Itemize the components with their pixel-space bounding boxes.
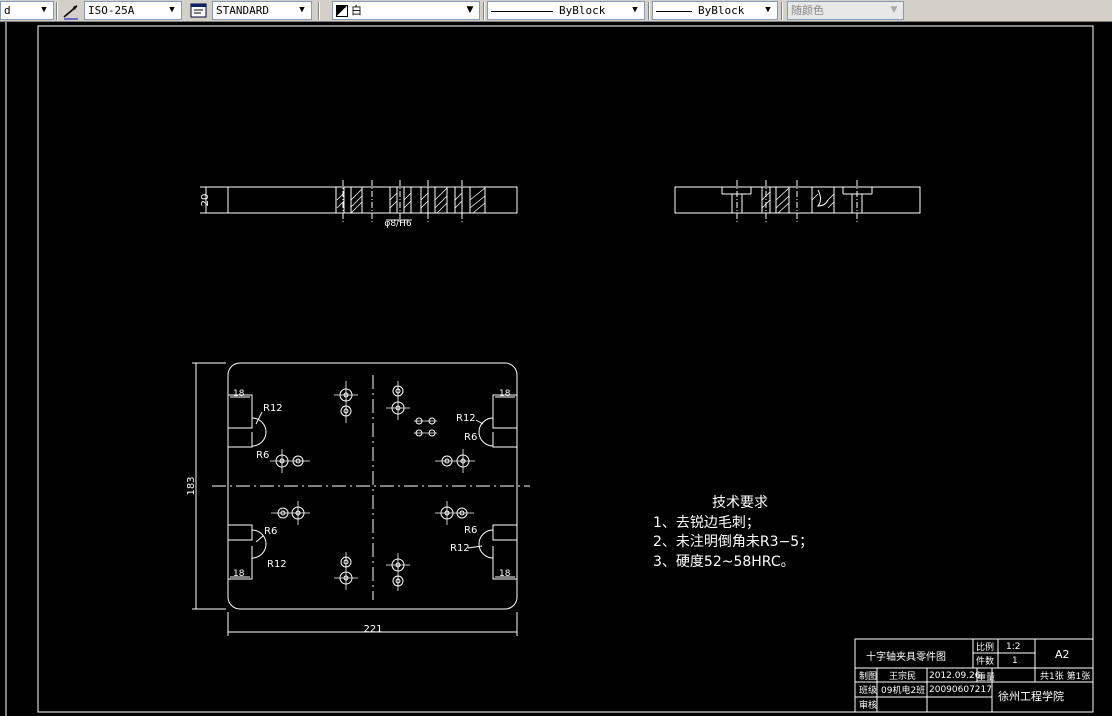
layer-value: d xyxy=(4,4,11,17)
dim-r6-top-right: R6 xyxy=(464,432,477,443)
checked-by-label: 审核 xyxy=(859,699,877,711)
dim-18-bottom-right: 18 xyxy=(499,569,511,579)
color-value: 白 xyxy=(351,4,362,17)
quantity-value: 1 xyxy=(1012,656,1018,666)
chevron-down-icon: ▼ xyxy=(41,5,47,15)
scale-value: 1:2 xyxy=(1006,642,1020,652)
drawn-by-name: 王宗民 xyxy=(889,670,916,682)
chevron-down-icon: ▼ xyxy=(890,5,898,15)
requirement-item: 1、去锐边毛刺； xyxy=(653,515,760,531)
sheet-count: 共1张 第1张 xyxy=(1040,670,1090,682)
class-value: 09机电2班 xyxy=(881,684,925,696)
toolbar-separator xyxy=(318,2,320,20)
toolbar-separator xyxy=(56,2,58,20)
requirement-item: 3、硬度52~58HRC。 xyxy=(653,554,795,570)
properties-toolbar: d ▼ ISO-25A ▼ STANDARD ▼ 白 ▼ ByBlock ▼ B… xyxy=(0,0,1112,22)
lineweight-sample xyxy=(656,10,692,12)
dim-r6-bottom-left: R6 xyxy=(264,526,277,537)
dim-r12-bottom-right: R12 xyxy=(450,543,470,554)
plan-view xyxy=(192,362,530,636)
textstyle-icon xyxy=(190,3,207,18)
scale-label: 比例 xyxy=(976,641,994,653)
chevron-down-icon: ▼ xyxy=(466,5,474,15)
lineweight-value: ByBlock xyxy=(698,4,745,17)
dim-height: 183 xyxy=(186,476,197,495)
dim-r6-top-left: R6 xyxy=(256,450,269,461)
layer-dropdown[interactable]: d ▼ xyxy=(0,1,54,20)
dim-r6-bottom-right: R6 xyxy=(464,525,477,536)
front-view-left xyxy=(200,180,518,222)
color-dropdown[interactable]: 白 ▼ xyxy=(332,1,480,20)
chevron-down-icon: ▼ xyxy=(169,5,175,15)
textstyle-dropdown[interactable]: STANDARD ▼ xyxy=(212,1,312,20)
drawing-name: 十字轴夹具零件图 xyxy=(866,650,946,663)
drawn-by-label: 制图 xyxy=(859,670,877,682)
requirement-item: 2、未注明倒角未R3−5； xyxy=(653,534,813,550)
textstyle-value: STANDARD xyxy=(216,4,269,17)
dim-18-top-right: 18 xyxy=(499,389,511,399)
toolbar-separator xyxy=(648,2,650,20)
linetype-value: ByBlock xyxy=(559,4,606,17)
dimstyle-dropdown[interactable]: ISO-25A ▼ xyxy=(84,1,182,20)
requirements-title: 技术要求 xyxy=(712,495,768,511)
quantity-label: 件数 xyxy=(976,655,994,667)
dim-r12-top-left: R12 xyxy=(263,403,283,414)
dimstyle-value: ISO-25A xyxy=(88,4,135,17)
toolbar-separator xyxy=(781,2,783,20)
sheet-size: A2 xyxy=(1055,648,1070,661)
chevron-down-icon: ▼ xyxy=(299,5,305,15)
dim-18-top-left: 18 xyxy=(233,389,245,399)
dim-hole-fit: φ8/H6 xyxy=(384,219,411,229)
plotstyle-dropdown[interactable]: 随颜色 ▼ xyxy=(787,1,904,20)
plotstyle-value: 随颜色 xyxy=(791,4,824,17)
drawing-date: 2012.09.26 xyxy=(929,671,981,681)
chevron-down-icon: ▼ xyxy=(632,5,638,15)
weight-label: 重量 xyxy=(977,671,995,683)
color-swatch-icon xyxy=(336,5,348,17)
dim-width: 221 xyxy=(363,624,382,635)
dim-thickness: 20 xyxy=(200,194,211,207)
lineweight-dropdown[interactable]: ByBlock ▼ xyxy=(652,1,778,20)
chevron-down-icon: ▼ xyxy=(765,5,771,15)
linetype-sample xyxy=(491,10,553,12)
side-view-right xyxy=(674,180,921,222)
student-id: 20090607217 xyxy=(929,685,992,695)
dim-r12-top-right: R12 xyxy=(456,413,476,424)
dimstyle-icon xyxy=(63,5,78,20)
toolbar-separator xyxy=(483,2,485,20)
school-name: 徐州工程学院 xyxy=(998,689,1064,703)
drawing-canvas[interactable]: 20 φ8/H6 183 221 R12 R6 R12 R6 R6 R12 R6… xyxy=(0,22,1112,716)
dim-18-bottom-left: 18 xyxy=(233,569,245,579)
class-label: 班级 xyxy=(859,684,877,696)
dim-r12-bottom-left: R12 xyxy=(267,559,287,570)
linetype-dropdown[interactable]: ByBlock ▼ xyxy=(487,1,645,20)
